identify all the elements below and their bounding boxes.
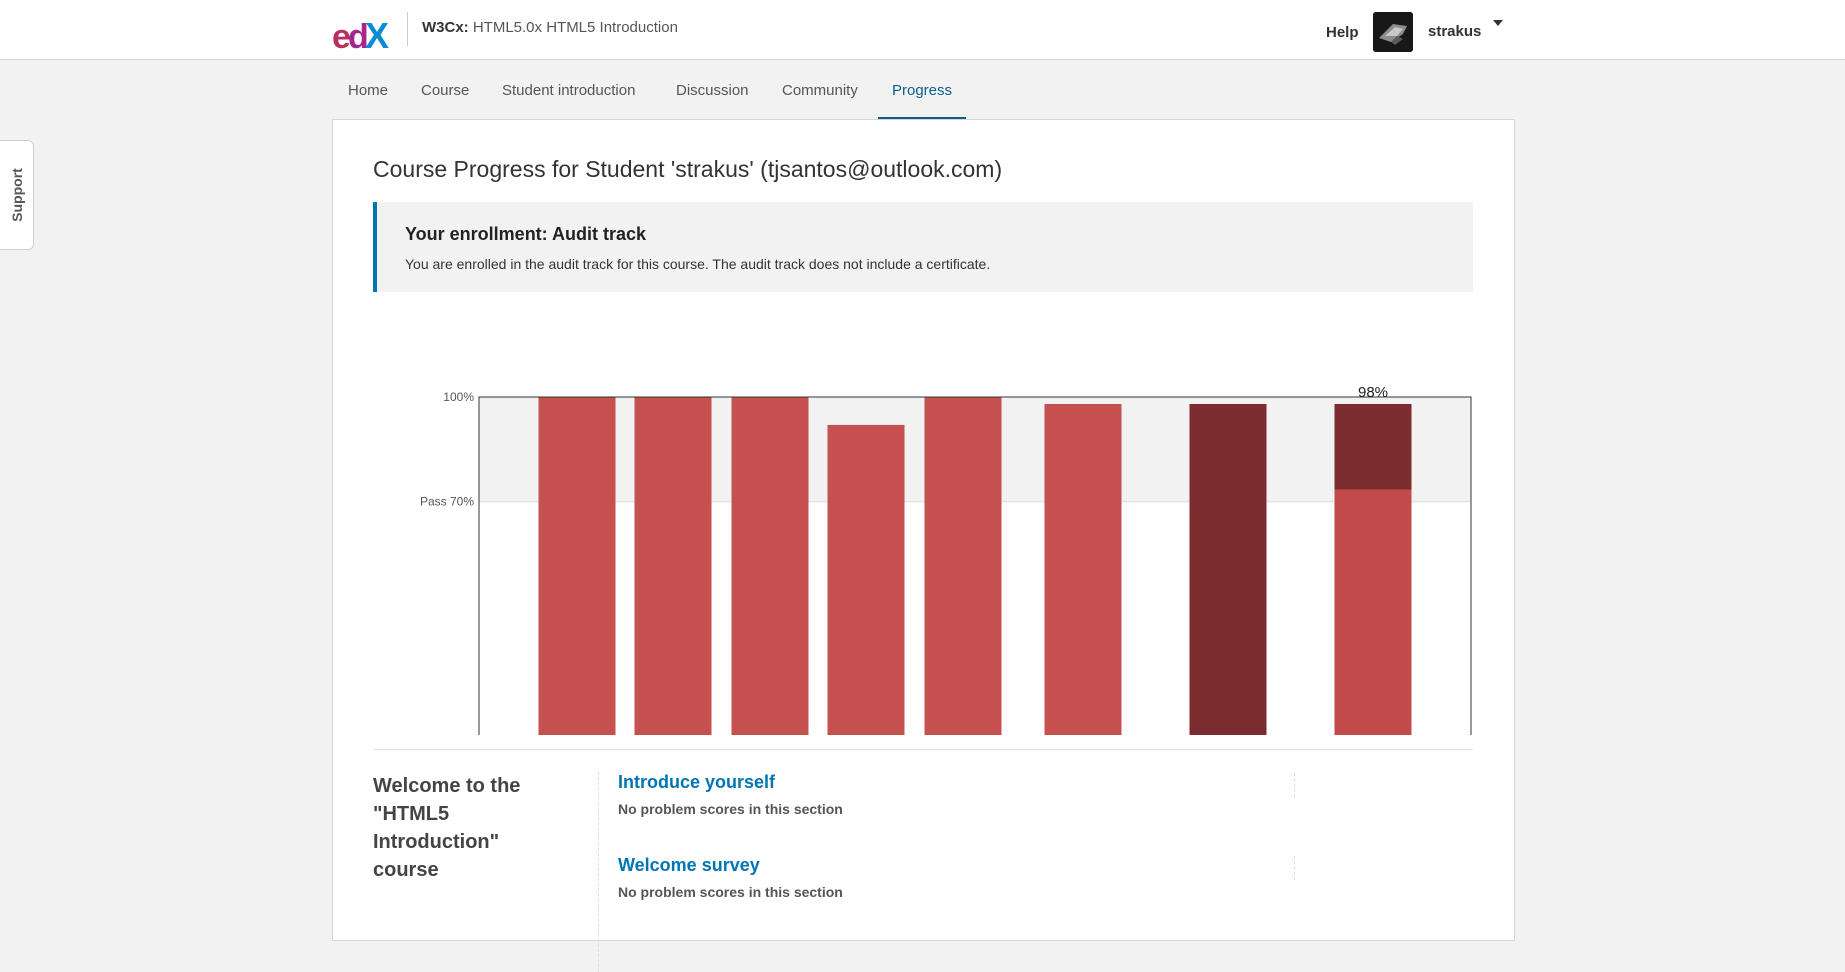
bar-total-lower bbox=[1334, 489, 1412, 735]
bar-ex-03 bbox=[731, 397, 809, 735]
section-item: Introduce yourself No problem scores in … bbox=[618, 772, 843, 817]
support-label: Support bbox=[8, 168, 25, 222]
bar-final bbox=[1189, 403, 1267, 735]
section-divider bbox=[1294, 856, 1295, 880]
section-link-introduce-yourself[interactable]: Introduce yourself bbox=[618, 772, 843, 793]
tab-student-introduction[interactable]: Student introduction bbox=[502, 60, 635, 117]
caret-down-icon[interactable] bbox=[1492, 18, 1504, 28]
y-tick-label: 100% bbox=[443, 390, 474, 404]
bar-ex-avg bbox=[1044, 403, 1122, 735]
bar-ex-02 bbox=[634, 397, 712, 735]
course-org: W3Cx: bbox=[422, 19, 469, 36]
svg-text:X: X bbox=[365, 18, 389, 52]
section-item: Welcome survey No problem scores in this… bbox=[618, 855, 843, 900]
avatar-image bbox=[1373, 12, 1413, 52]
logo-divider bbox=[407, 12, 408, 46]
support-tab[interactable]: Support bbox=[0, 140, 34, 250]
chart-divider bbox=[373, 749, 1473, 750]
section-list: Introduce yourself No problem scores in … bbox=[598, 772, 1291, 972]
username[interactable]: strakus bbox=[1428, 23, 1481, 40]
total-label: 98% bbox=[1358, 384, 1388, 401]
edx-logo[interactable]: e d X bbox=[332, 18, 392, 52]
bar-ex-01 bbox=[538, 397, 616, 735]
tab-discussion[interactable]: Discussion bbox=[676, 60, 749, 117]
grade-chart: Ex. 01Ex. 02Ex. 03Ex. 04Ex. 05Ex. AvgFin… bbox=[420, 384, 1472, 735]
enrollment-title: Your enrollment: Audit track bbox=[405, 224, 647, 244]
enrollment-message: Your enrollment: Audit track You are enr… bbox=[373, 202, 1473, 292]
tab-progress[interactable]: Progress bbox=[878, 60, 966, 121]
section-link-welcome-survey[interactable]: Welcome survey bbox=[618, 855, 843, 876]
section-divider bbox=[1294, 773, 1295, 797]
user-avatar[interactable] bbox=[1373, 12, 1413, 52]
bar-ex-04 bbox=[827, 424, 905, 735]
bar-total-upper bbox=[1334, 403, 1412, 490]
help-link[interactable]: Help bbox=[1326, 24, 1359, 41]
section-note: No problem scores in this section bbox=[618, 884, 843, 900]
course-title: W3Cx: HTML5.0x HTML5 Introduction bbox=[422, 19, 678, 36]
tab-course[interactable]: Course bbox=[421, 60, 469, 117]
bar-ex-05 bbox=[924, 397, 1002, 735]
tab-community[interactable]: Community bbox=[782, 60, 858, 117]
enrollment-text: You are enrolled in the audit track for … bbox=[405, 256, 991, 272]
y-tick-label: Pass 70% bbox=[420, 495, 474, 509]
section-note: No problem scores in this section bbox=[618, 801, 843, 817]
course-name: HTML5.0x HTML5 Introduction bbox=[472, 19, 678, 36]
chapter-title: Welcome to the "HTML5 Introduction" cour… bbox=[373, 775, 521, 881]
page-title: Course Progress for Student 'strakus' (t… bbox=[373, 156, 1003, 182]
progress-panel: Course Progress for Student 'strakus' (t… bbox=[332, 119, 1515, 972]
site-header: e d X W3Cx: HTML5.0x HTML5 Introduction … bbox=[0, 0, 1845, 60]
tab-home[interactable]: Home bbox=[348, 60, 388, 117]
